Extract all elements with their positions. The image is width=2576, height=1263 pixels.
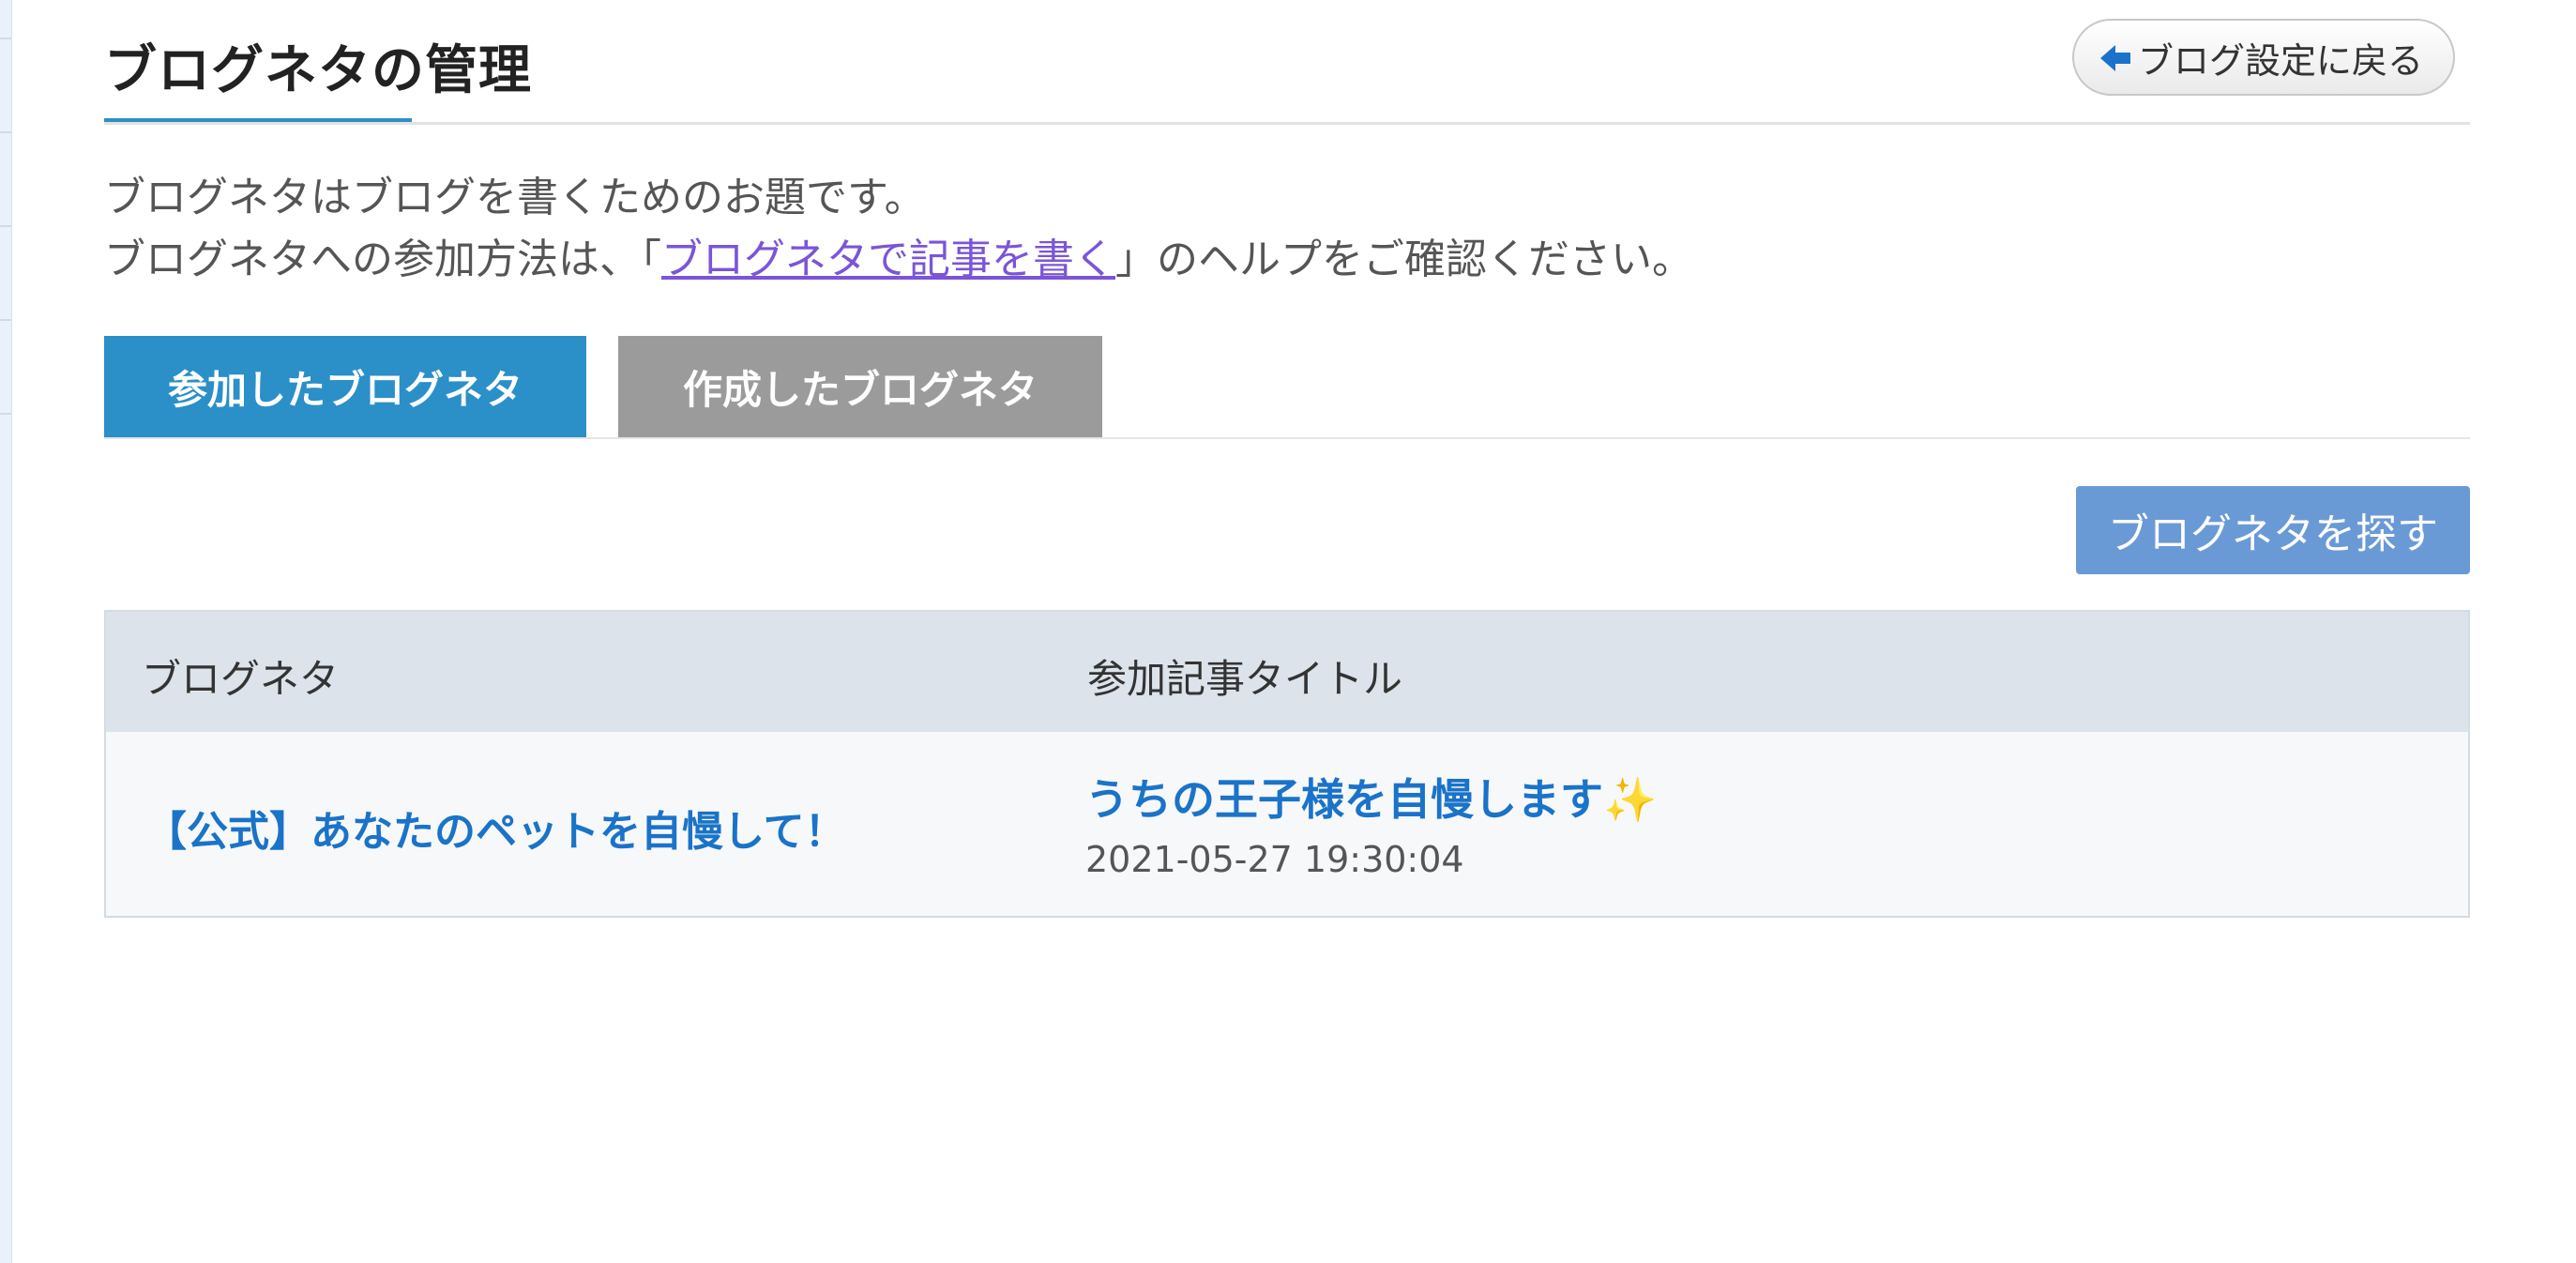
description-line-2: ブログネタへの参加方法は、「ブログネタで記事を書く」のヘルプをご確認ください。 (104, 229, 1693, 291)
arrow-left-icon (2099, 41, 2134, 73)
edge-divider (0, 225, 11, 227)
description-text-before: ブログネタへの参加方法は、「 (104, 236, 661, 283)
table-row: 【公式】あなたのペットを自慢して！ うちの王子様を自慢します✨ 2021-05-… (106, 732, 2468, 916)
table-header: ブログネタ 参加記事タイトル (106, 612, 2468, 732)
column-header-topic: ブログネタ (142, 656, 340, 702)
back-to-blog-settings-button[interactable]: ブログ設定に戻る (2071, 19, 2455, 96)
tab-joined-topics[interactable]: 参加したブログネタ (104, 336, 586, 437)
title-underline (104, 118, 412, 122)
edge-divider (0, 38, 11, 39)
page-title: ブログネタの管理 (104, 40, 532, 101)
left-edge-panel (0, 0, 12, 1263)
article-title-link[interactable]: うちの王子様を自慢します✨ (1085, 766, 1657, 828)
edge-divider (0, 319, 11, 321)
edge-divider (0, 413, 11, 415)
description-text-after: 」のヘルプをご確認ください。 (1115, 236, 1693, 283)
sparkles-icon: ✨ (1603, 774, 1658, 825)
description-line-1: ブログネタはブログを書くためのお題です。 (104, 174, 926, 221)
page-header: ブログネタの管理 ブログ設定に戻る (104, 0, 2470, 125)
description: ブログネタはブログを書くためのお題です。 ブログネタへの参加方法は、「ブログネタ… (104, 167, 1693, 291)
topic-tabs: 参加したブログネタ 作成したブログネタ (104, 336, 2470, 439)
topic-link[interactable]: 【公式】あなたのペットを自慢して！ (145, 798, 846, 858)
back-button-label: ブログ設定に戻る (2137, 39, 2423, 82)
tab-created-topics[interactable]: 作成したブログネタ (618, 336, 1102, 437)
help-link-write-article[interactable]: ブログネタで記事を書く (661, 236, 1115, 283)
find-topics-button[interactable]: ブログネタを探す (2076, 486, 2470, 574)
column-header-article-title: 参加記事タイトル (1087, 656, 1403, 702)
article-title-text: うちの王子様を自慢します (1085, 774, 1603, 825)
blog-topic-management-page: ブログネタの管理 ブログ設定に戻る ブログネタはブログを書くためのお題です。 ブ… (104, 0, 2470, 1263)
edge-divider (0, 131, 11, 133)
joined-topics-table: ブログネタ 参加記事タイトル 【公式】あなたのペットを自慢して！ うちの王子様を… (104, 610, 2470, 918)
article-date: 2021-05-27 19:30:04 (1085, 839, 1464, 880)
